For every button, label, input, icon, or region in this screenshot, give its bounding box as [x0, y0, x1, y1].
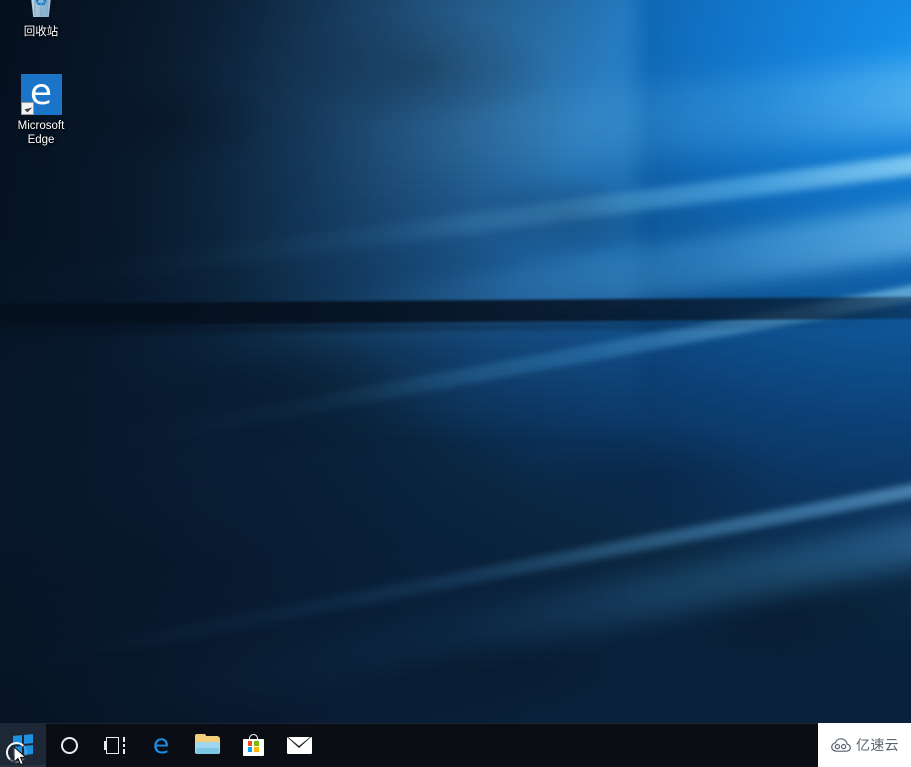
desktop-icon-recycle-bin[interactable]: ♻ 回收站 [3, 0, 79, 39]
taskbar-item-mail[interactable] [276, 723, 322, 767]
taskbar-item-file-explorer[interactable] [184, 723, 230, 767]
taskbar-item-edge[interactable]: e [138, 723, 184, 767]
task-view-icon [104, 736, 126, 754]
desktop-icon-label: Microsoft Edge [17, 120, 65, 146]
edge-icon: e [152, 728, 170, 760]
envelope-icon [286, 736, 312, 754]
taskbar-item-cortana[interactable] [46, 723, 92, 767]
desktop-wallpaper [0, 0, 911, 767]
recycle-bin-icon: ♻ [19, 0, 63, 22]
shopping-bag-icon [242, 734, 264, 756]
desktop-icon-label: 回收站 [23, 26, 59, 38]
cloud-icon [830, 737, 852, 753]
desktop[interactable]: ♻ 回收站 e Microsoft Edge e 亿速云 [0, 0, 911, 767]
watermark-text: 亿速云 [856, 738, 899, 754]
windows-logo-icon [13, 734, 33, 756]
desktop-icon-microsoft-edge[interactable]: e Microsoft Edge [3, 72, 79, 147]
watermark: 亿速云 [818, 723, 911, 767]
folder-icon [194, 734, 220, 755]
taskbar-item-microsoft-store[interactable] [230, 723, 276, 767]
start-button[interactable] [0, 723, 46, 767]
edge-icon: e [19, 72, 63, 116]
cortana-circle-icon [60, 736, 78, 754]
wallpaper-dither [0, 0, 911, 767]
taskbar-item-task-view[interactable] [92, 723, 138, 767]
shortcut-arrow-icon [20, 101, 34, 115]
taskbar[interactable]: e [0, 723, 911, 767]
